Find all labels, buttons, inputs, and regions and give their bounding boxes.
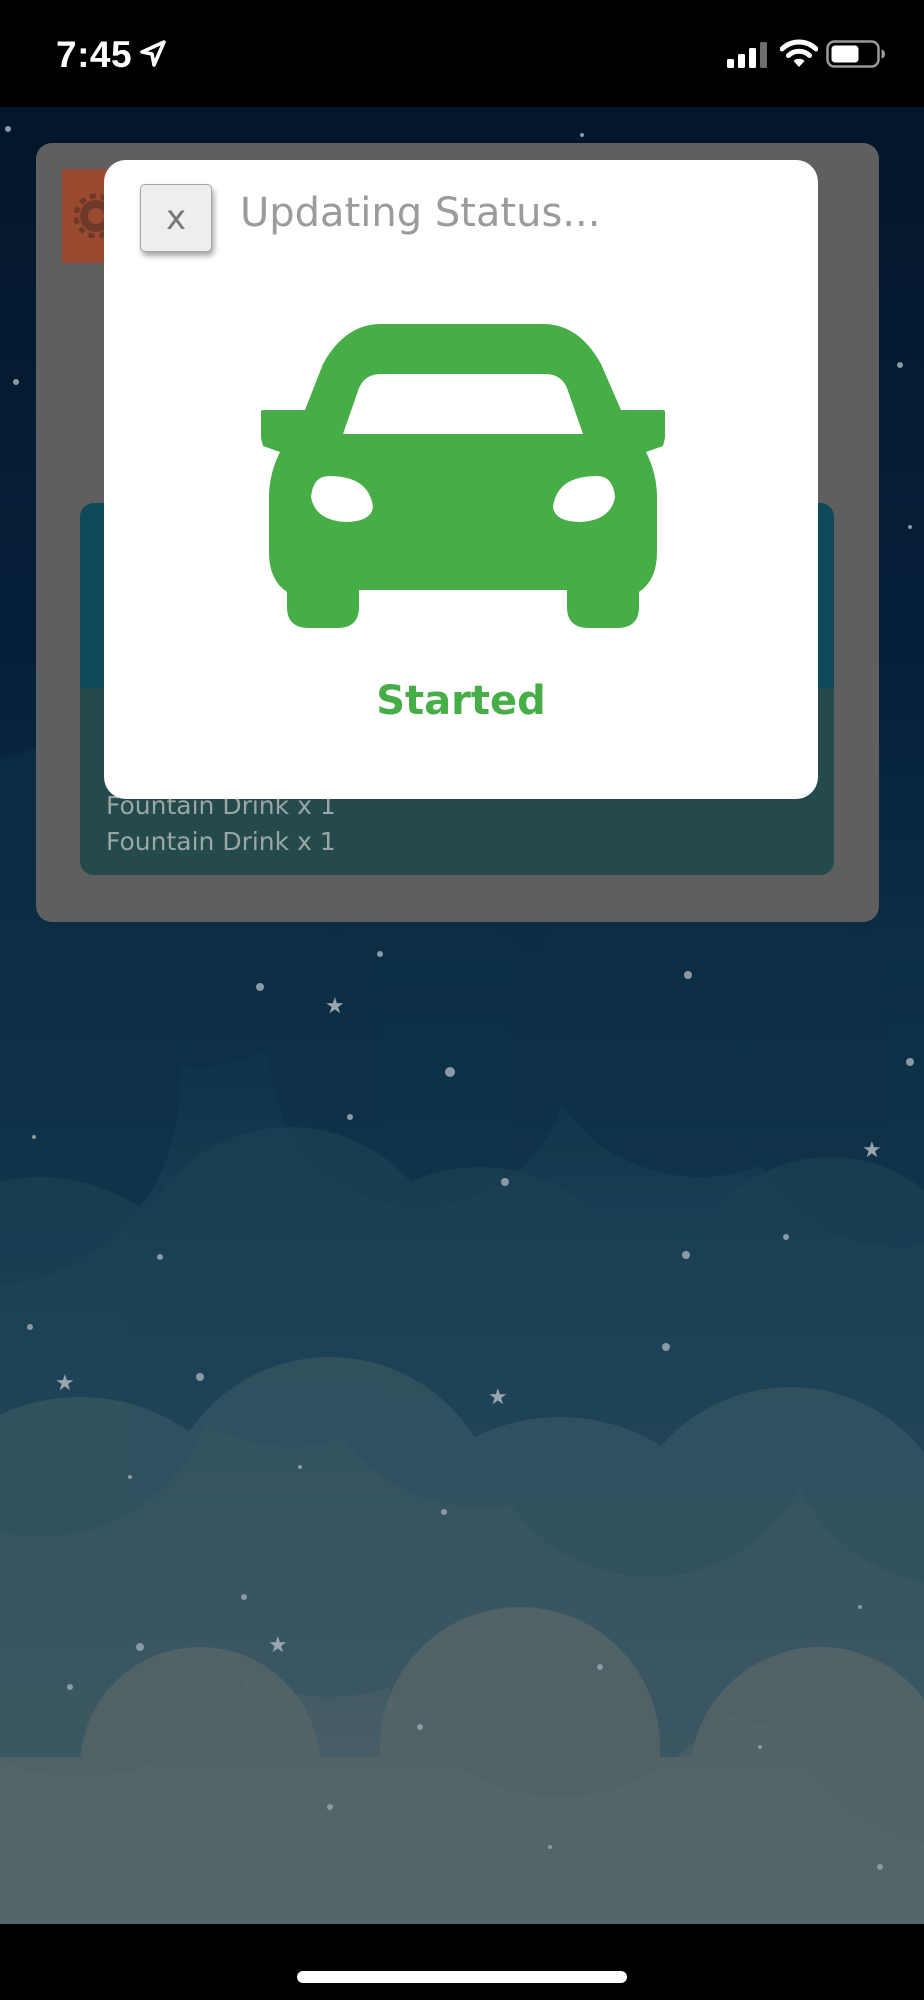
order-item: Fountain Drink x 1 [106,827,336,856]
status-bar: 7:45 [0,0,924,107]
home-indicator[interactable] [297,1971,627,1983]
modal-title: Updating Status... [240,190,601,236]
svg-text:★: ★ [55,1371,75,1396]
status-time: 7:45 [56,34,133,75]
status-label: Started [376,678,546,724]
battery-icon [826,40,885,68]
close-button[interactable]: x [140,184,212,252]
bottom-bar [0,1924,924,2000]
location-arrow-icon [140,40,166,67]
svg-text:★: ★ [325,994,345,1019]
wifi-icon [780,39,818,67]
car-icon [261,324,665,628]
cellular-signal-icon [727,42,767,68]
svg-text:★: ★ [488,1385,508,1410]
status-modal: x Updating Status... Started [104,160,818,799]
svg-text:★: ★ [862,1138,882,1163]
svg-text:★: ★ [268,1633,288,1658]
